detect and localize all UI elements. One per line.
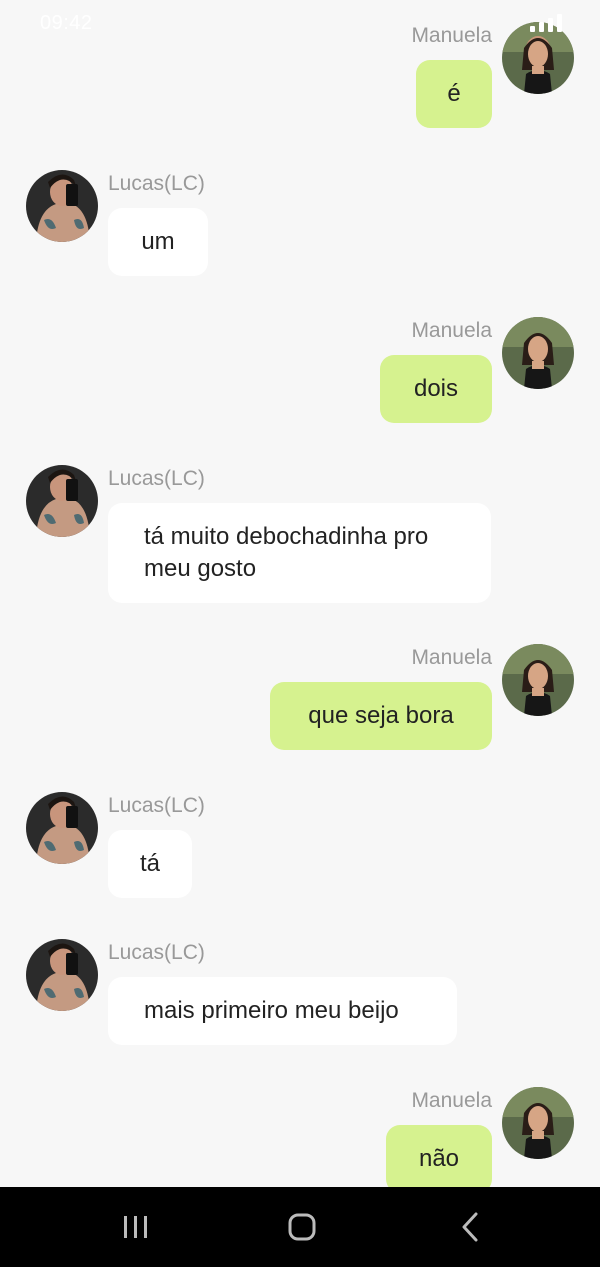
- chat-list[interactable]: Manuela é Lucas(LC) um Manuela dois Luca…: [0, 0, 600, 1187]
- recent-apps-icon[interactable]: [118, 1209, 154, 1245]
- message-bubble[interactable]: dois: [380, 355, 492, 423]
- sender-name: Manuela: [411, 646, 492, 669]
- sender-name: Lucas(LC): [108, 467, 205, 490]
- navigation-bar: [0, 1187, 600, 1267]
- message-bubble[interactable]: é: [416, 60, 492, 128]
- message-bubble[interactable]: tá: [108, 830, 192, 898]
- avatar-lucas[interactable]: [26, 792, 98, 864]
- back-icon[interactable]: [452, 1209, 488, 1245]
- avatar-lucas-image: [26, 170, 98, 242]
- status-bar: 09:42: [0, 0, 600, 48]
- sender-name: Manuela: [411, 1089, 492, 1112]
- avatar-lucas-image: [26, 465, 98, 537]
- avatar-manuela[interactable]: [502, 644, 574, 716]
- sender-name: Lucas(LC): [108, 941, 205, 964]
- avatar-manuela-image: [502, 644, 574, 716]
- home-icon[interactable]: [284, 1209, 320, 1245]
- status-time: 09:42: [40, 12, 93, 34]
- message-bubble[interactable]: um: [108, 208, 208, 276]
- message-bubble[interactable]: que seja bora: [270, 682, 492, 750]
- sender-name: Manuela: [411, 319, 492, 342]
- avatar-lucas-image: [26, 939, 98, 1011]
- sender-name: Lucas(LC): [108, 794, 205, 817]
- avatar-lucas-image: [26, 792, 98, 864]
- avatar-lucas[interactable]: [26, 170, 98, 242]
- message-bubble[interactable]: tá muito debochadinha pro meu gosto: [108, 503, 491, 603]
- message-bubble[interactable]: não: [386, 1125, 492, 1187]
- avatar-manuela[interactable]: [502, 317, 574, 389]
- signal-icon: [530, 14, 562, 32]
- message-bubble[interactable]: mais primeiro meu beijo: [108, 977, 457, 1045]
- avatar-lucas[interactable]: [26, 465, 98, 537]
- avatar-manuela-image: [502, 317, 574, 389]
- sender-name: Lucas(LC): [108, 172, 205, 195]
- avatar-lucas[interactable]: [26, 939, 98, 1011]
- avatar-manuela-image: [502, 1087, 574, 1159]
- avatar-manuela[interactable]: [502, 1087, 574, 1159]
